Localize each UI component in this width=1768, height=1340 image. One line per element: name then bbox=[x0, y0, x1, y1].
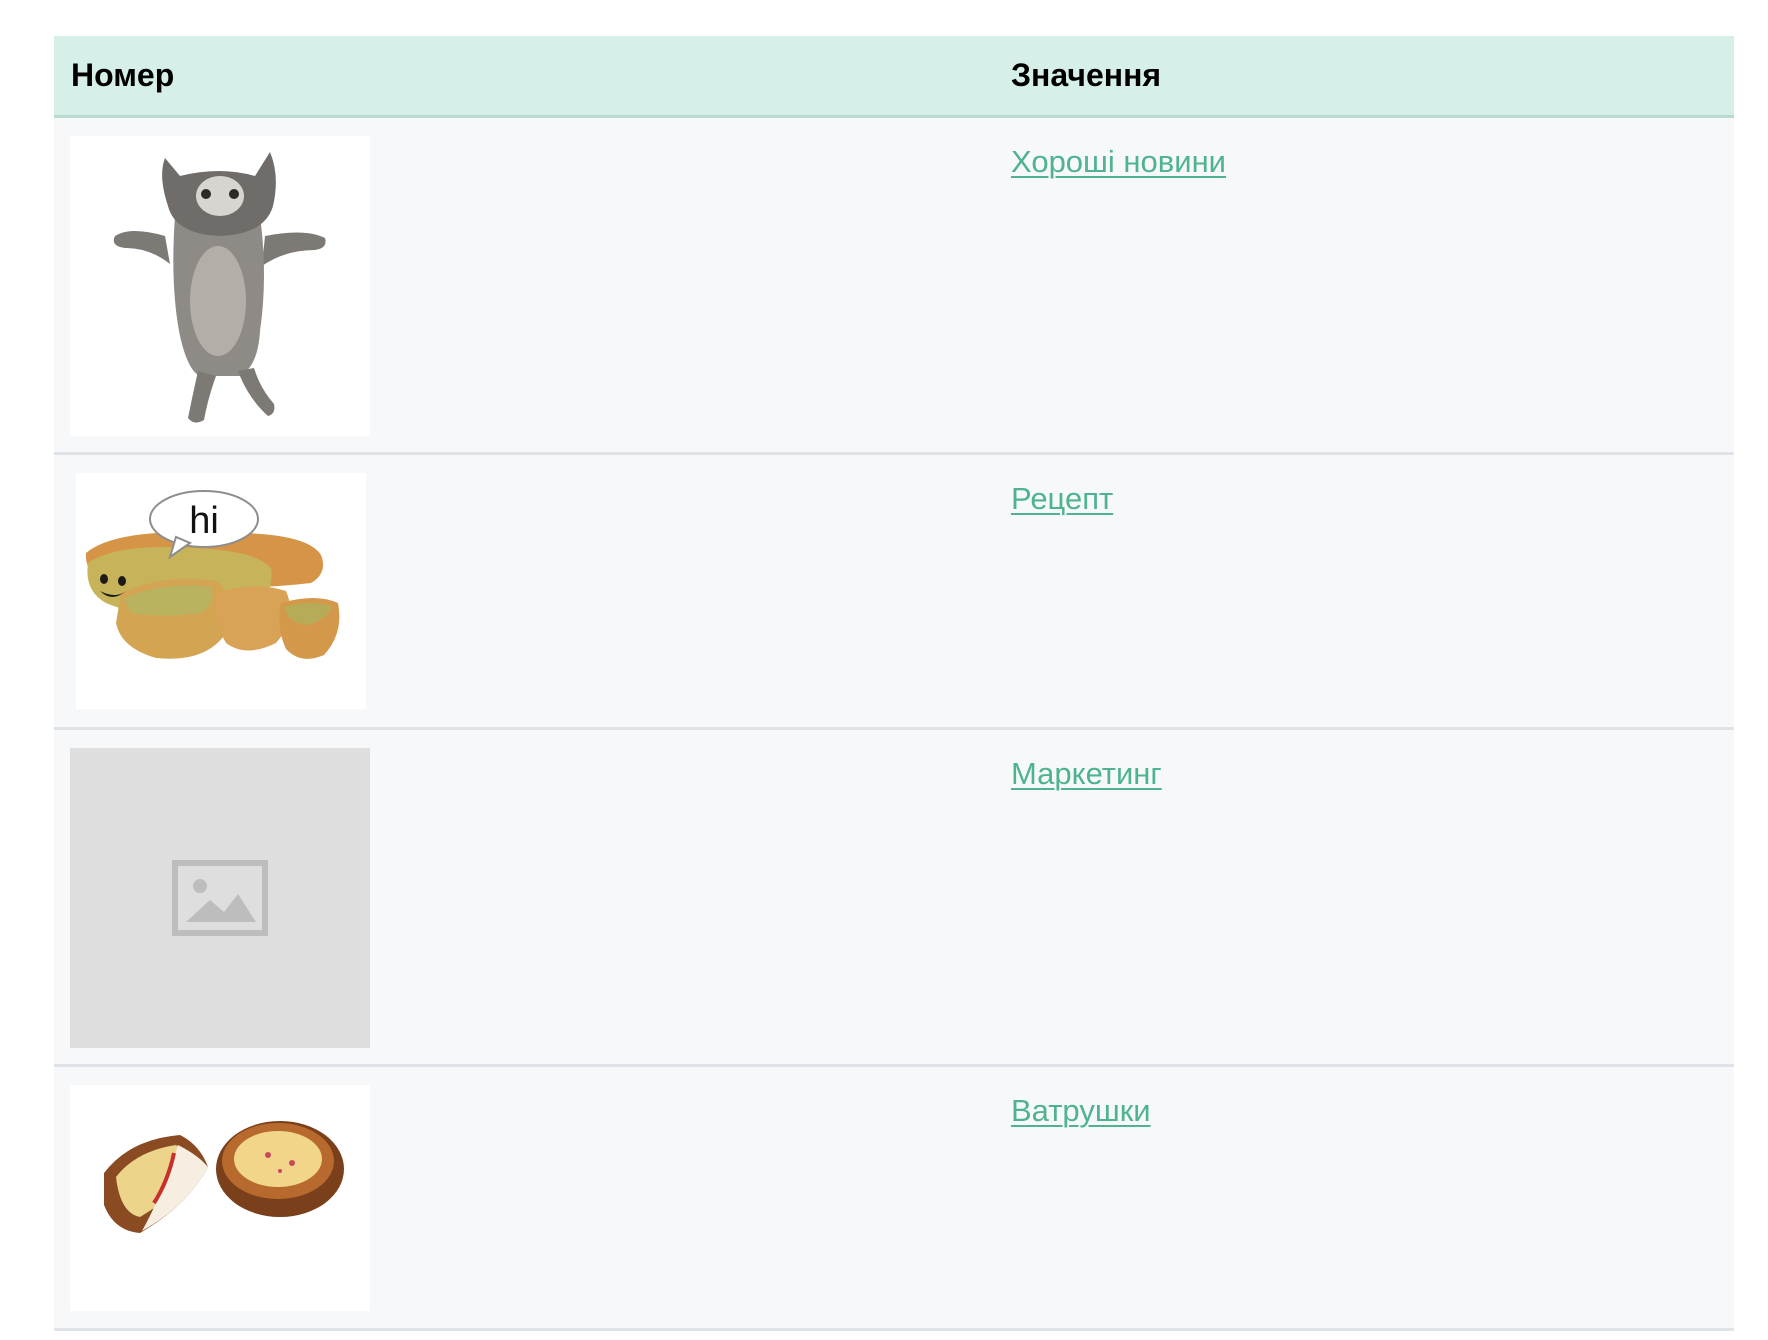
image-placeholder bbox=[70, 747, 370, 1048]
image-cell bbox=[54, 116, 994, 455]
row-link-marketing[interactable]: Маркетинг bbox=[1011, 756, 1162, 791]
image-cell bbox=[54, 728, 994, 1067]
image-placeholder-icon bbox=[172, 859, 268, 936]
header-value: Значення bbox=[994, 36, 1734, 118]
page: Номер Значення Хороші новини hi Рецепт М… bbox=[0, 0, 1768, 1340]
row-link-recipe[interactable]: Рецепт bbox=[1011, 481, 1113, 516]
garlic-bread-hi-image: hi bbox=[76, 472, 366, 709]
link-cell: Рецепт bbox=[994, 453, 1734, 730]
link-cell: Ватрушки bbox=[994, 1065, 1734, 1331]
table-row: hi Рецепт bbox=[54, 453, 1734, 730]
row-link-good-news[interactable]: Хороші новини bbox=[1011, 144, 1226, 179]
vatrushka-pastries-image bbox=[70, 1084, 370, 1311]
image-cell bbox=[54, 1065, 994, 1331]
link-cell: Маркетинг bbox=[994, 728, 1734, 1067]
speech-bubble-text: hi bbox=[189, 500, 219, 542]
link-cell: Хороші новини bbox=[994, 116, 1734, 455]
row-link-vatrushki[interactable]: Ватрушки bbox=[1011, 1093, 1151, 1128]
dancing-cat-image bbox=[70, 135, 370, 436]
table-row: Ватрушки bbox=[54, 1065, 1734, 1331]
data-table: Номер Значення Хороші новини hi Рецепт М… bbox=[54, 36, 1734, 1331]
table-header-row: Номер Значення bbox=[54, 36, 1734, 118]
table-row: Хороші новини bbox=[54, 116, 1734, 455]
image-cell: hi bbox=[54, 453, 994, 730]
header-number: Номер bbox=[54, 36, 994, 118]
table-row: Маркетинг bbox=[54, 728, 1734, 1067]
